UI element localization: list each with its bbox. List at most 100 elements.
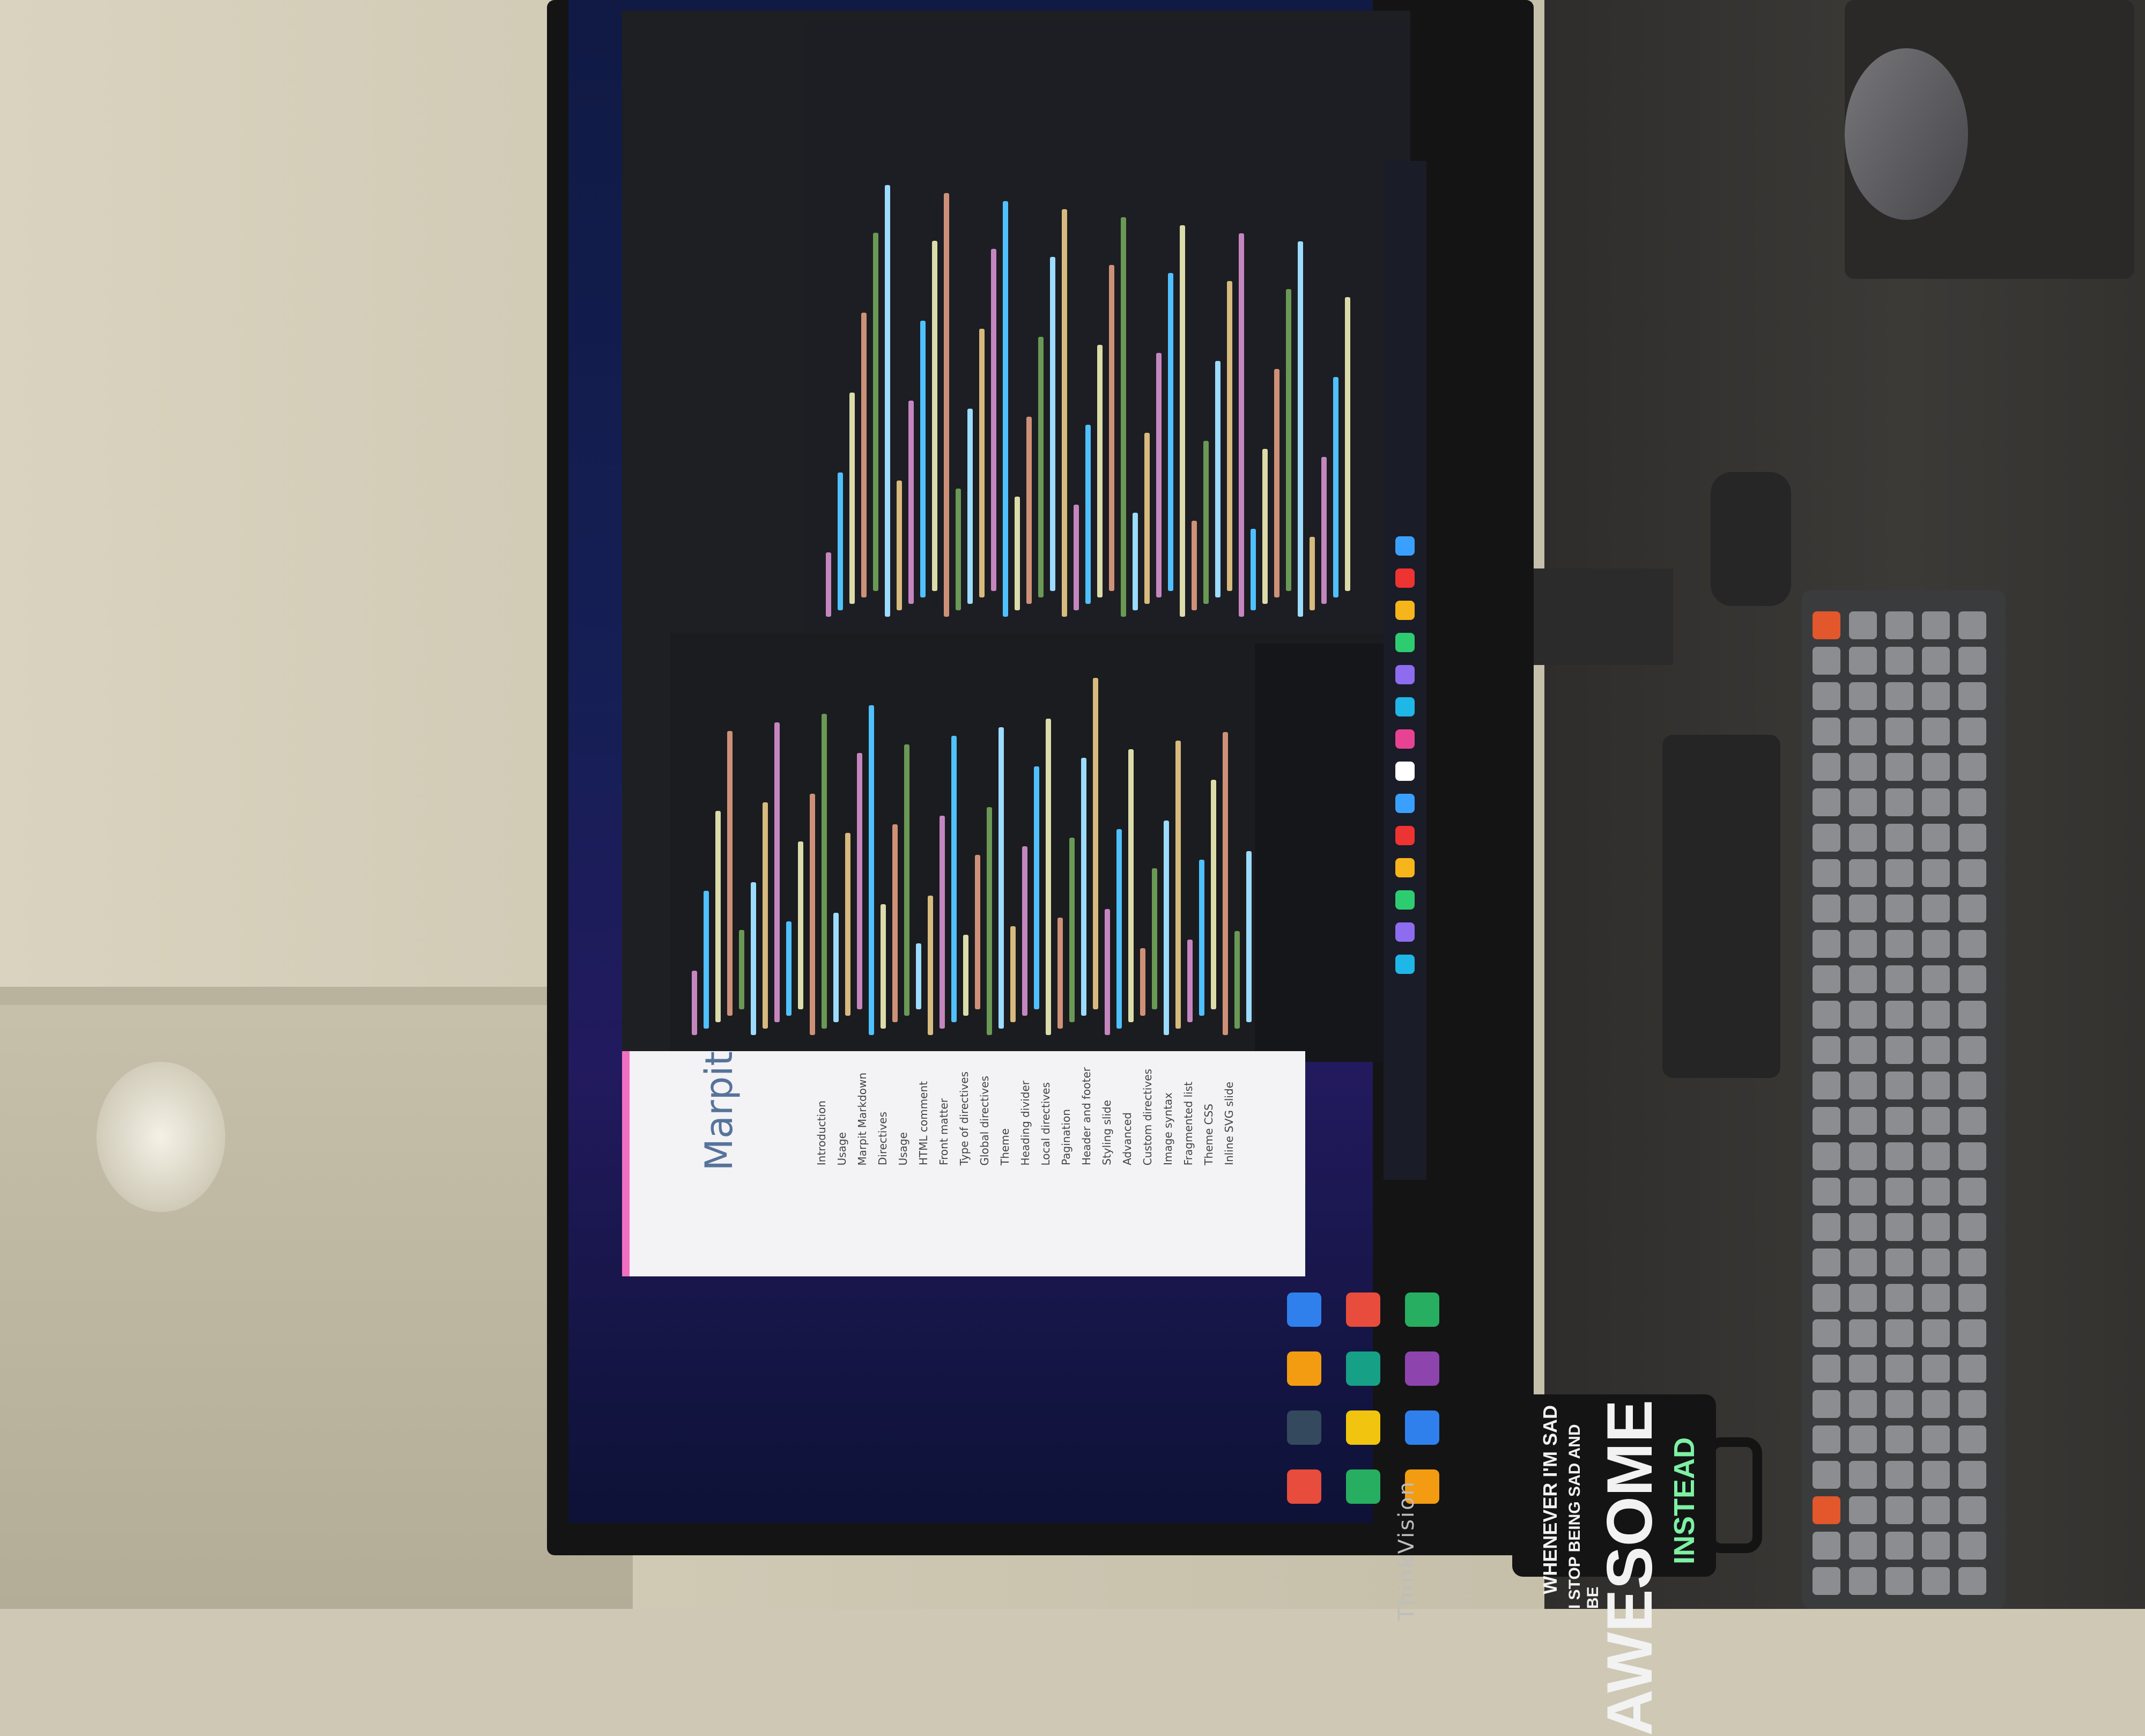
code-line (1223, 732, 1228, 1035)
desktop-shortcut-icon[interactable] (1346, 1351, 1380, 1386)
browser-nav-item[interactable]: Fragmented list (1182, 1082, 1195, 1165)
keyboard-key (1849, 1036, 1877, 1064)
code-line (1175, 741, 1181, 1029)
browser-nav-item[interactable]: Advanced (1121, 1112, 1134, 1165)
browser-nav-item[interactable]: Introduction (815, 1100, 828, 1165)
browser-nav-item[interactable]: Heading divider (1019, 1081, 1032, 1165)
keyboard-key (1813, 1567, 1840, 1595)
taskbar-app-icon[interactable] (1395, 794, 1415, 813)
taskbar-app-icon[interactable] (1395, 665, 1415, 684)
desktop-shortcut-icon[interactable] (1405, 1410, 1439, 1445)
keyboard-key (1849, 1178, 1877, 1206)
keyboard-key (1849, 611, 1877, 639)
keyboard-key (1958, 1213, 1986, 1241)
taskbar-app-icon[interactable] (1395, 729, 1415, 749)
keyboard-key (1849, 647, 1877, 675)
taskbar-app-icon[interactable] (1395, 826, 1415, 845)
keyboard-key (1922, 1425, 1950, 1453)
keyboard-key (1922, 1001, 1950, 1029)
keyboard-key (1885, 1213, 1913, 1241)
code-line (1128, 749, 1134, 1022)
browser-nav-item[interactable]: Styling slide (1100, 1100, 1113, 1165)
taskbar-app-icon[interactable] (1395, 601, 1415, 620)
desktop-shortcut-icon[interactable] (1346, 1469, 1380, 1504)
browser-nav-item[interactable]: Theme (998, 1128, 1011, 1165)
keyboard-key (1849, 1461, 1877, 1489)
desktop-shortcut-icon[interactable] (1287, 1292, 1321, 1327)
browser-nav-item[interactable]: Inline SVG slide (1223, 1082, 1236, 1165)
browser-nav-item[interactable]: Type of directives (958, 1072, 971, 1165)
browser-nav-item[interactable]: Directives (876, 1112, 889, 1165)
keyboard-key (1922, 1461, 1950, 1489)
desktop-shortcut-icon[interactable] (1287, 1351, 1321, 1386)
desktop-shortcut-icon[interactable] (1405, 1292, 1439, 1327)
mug-text-line3: AWESOME (1594, 1400, 1666, 1736)
code-line (1156, 353, 1162, 597)
keyboard-key (1958, 1496, 1986, 1524)
code-line (991, 249, 996, 591)
taskbar-app-icon[interactable] (1395, 633, 1415, 652)
desktop-shortcut-icon[interactable] (1405, 1351, 1439, 1386)
keyboard-key (1813, 1213, 1840, 1241)
code-line (1192, 521, 1197, 610)
browser-nav-item[interactable]: Image syntax (1162, 1092, 1174, 1165)
keyboard-key (1958, 965, 1986, 993)
keyboard-key (1813, 1036, 1840, 1064)
desktop-shortcut-icon[interactable] (1287, 1410, 1321, 1445)
browser-nav-item[interactable]: Theme CSS (1202, 1104, 1215, 1165)
desktop-shortcut-icon[interactable] (1346, 1410, 1380, 1445)
code-line (1168, 273, 1173, 591)
code-line (1026, 417, 1032, 604)
browser-nav-item[interactable]: Pagination (1060, 1109, 1072, 1165)
taskbar-app-icon[interactable] (1395, 762, 1415, 781)
browser-nav-item[interactable]: Global directives (978, 1076, 991, 1165)
taskbar-app-icon[interactable] (1395, 536, 1415, 556)
keyboard-key (1958, 682, 1986, 710)
browser-nav-item[interactable]: Usage (835, 1132, 848, 1165)
taskbar-app-icon[interactable] (1395, 697, 1415, 716)
taskbar-app-icon[interactable] (1395, 858, 1415, 877)
taskbar-app-icon[interactable] (1395, 568, 1415, 588)
keyboard-key (1958, 718, 1986, 745)
keyboard-key (1813, 682, 1840, 710)
taskbar-app-icon[interactable] (1395, 955, 1415, 974)
light-glare (97, 1062, 225, 1212)
code-line (1234, 931, 1240, 1029)
browser-nav-item[interactable]: Local directives (1039, 1082, 1052, 1166)
keyboard-key (1849, 859, 1877, 887)
browser-nav-item[interactable]: Usage (897, 1132, 909, 1165)
keyboard-key (1813, 1461, 1840, 1489)
keyboard-key (1849, 1142, 1877, 1170)
keyboard-key (1922, 1567, 1950, 1595)
browser-nav-item[interactable]: Front matter (937, 1098, 950, 1165)
keyboard-key (1922, 753, 1950, 781)
code-line (861, 313, 867, 597)
code-line (1109, 265, 1114, 591)
keyboard-key (1885, 1355, 1913, 1383)
code-line (1133, 513, 1138, 610)
browser-nav-item[interactable]: Marpit Markdown (856, 1073, 869, 1165)
taskbar (1384, 161, 1426, 1180)
code-line (1081, 758, 1086, 1016)
keyboard-key (1922, 1390, 1950, 1418)
desktop-shortcut-icon[interactable] (1287, 1469, 1321, 1504)
keyboard-key (1885, 1496, 1913, 1524)
code-line (1239, 233, 1244, 617)
browser-nav-item[interactable]: Custom directives (1141, 1069, 1154, 1165)
browser-nav-item[interactable]: Header and footer (1080, 1067, 1093, 1165)
code-line (944, 193, 949, 617)
browser-nav-item[interactable]: HTML comment (917, 1081, 930, 1165)
code-line (916, 943, 921, 1009)
taskbar-app-icon[interactable] (1395, 890, 1415, 910)
taskbar-app-icon[interactable] (1395, 922, 1415, 942)
code-line (1203, 441, 1209, 604)
keyboard-key (1958, 1142, 1986, 1170)
code-line (963, 935, 968, 1016)
code-line (1251, 529, 1256, 610)
editor-pane-right[interactable] (804, 21, 1410, 633)
code-line (786, 921, 792, 1016)
keyboard-key (1885, 1036, 1913, 1064)
keyboard-key (1885, 1425, 1913, 1453)
keyboard-key (1958, 1284, 1986, 1312)
desktop-shortcut-icon[interactable] (1346, 1292, 1380, 1327)
